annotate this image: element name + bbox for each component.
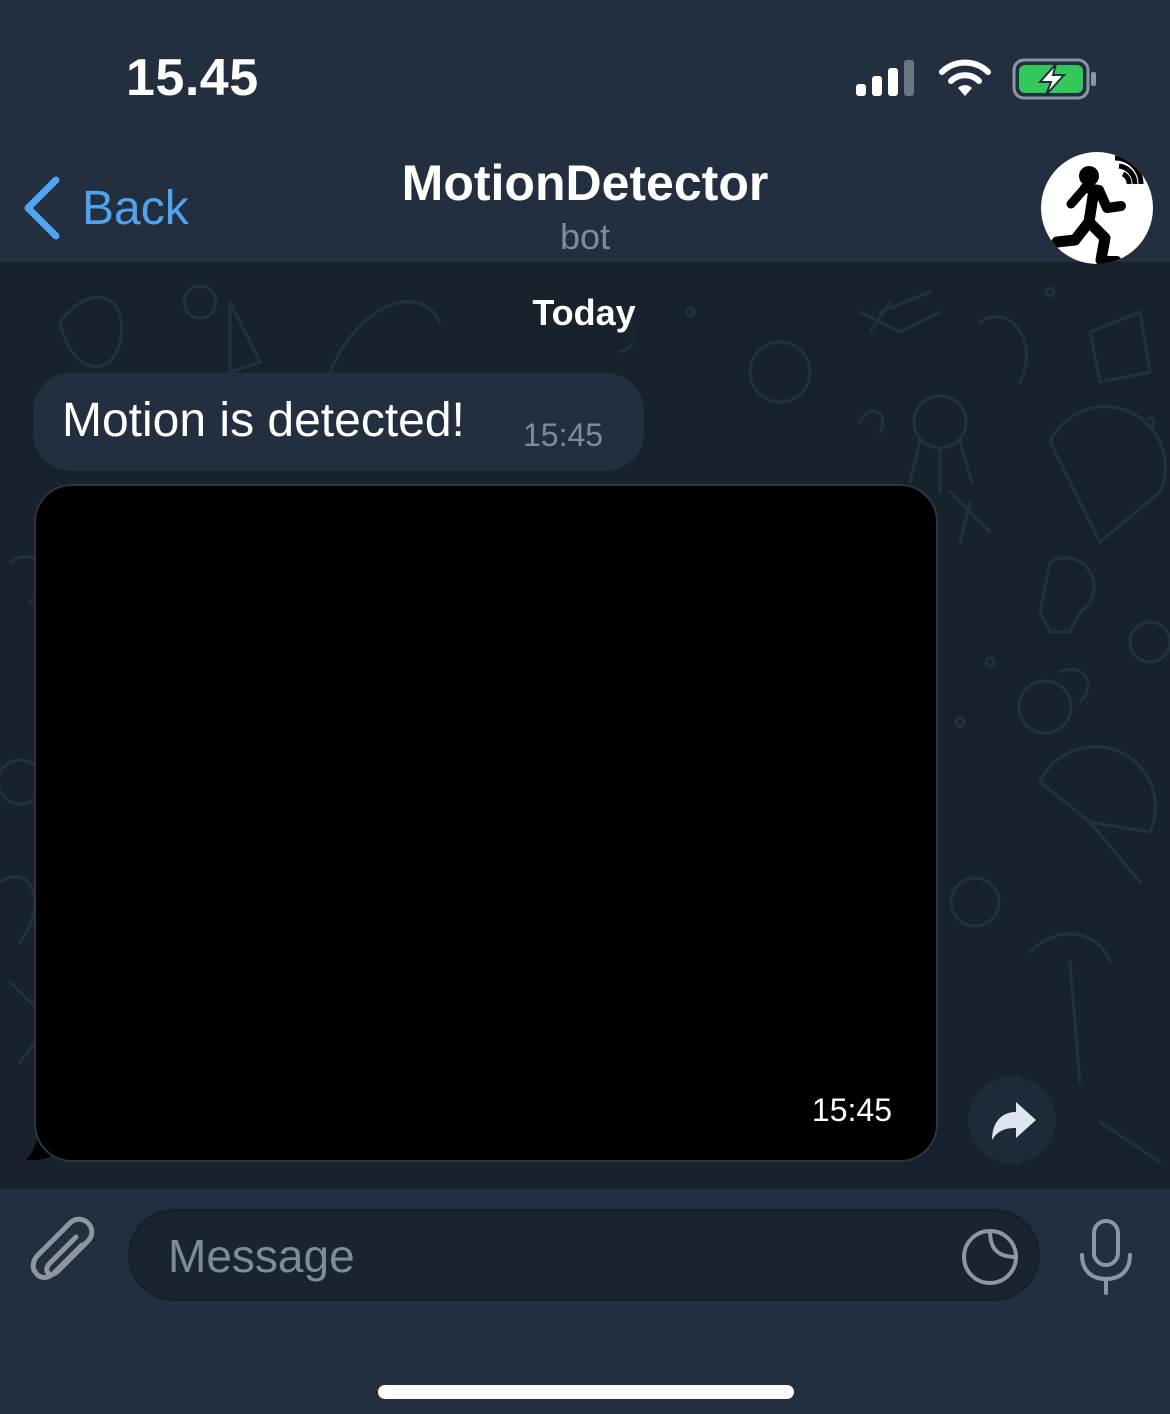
telegram-chat-screen: 15.45 Back MotionDetector bot Today Moti…: [0, 0, 1170, 1414]
message-text: Motion is detected!: [62, 394, 465, 447]
chat-subtitle: bot: [559, 216, 611, 257]
running-person-motion-icon: [1051, 155, 1144, 264]
status-time: 15.45: [126, 49, 259, 107]
forward-arrow-icon: [992, 1102, 1036, 1140]
date-separator: Today: [510, 284, 658, 342]
microphone-icon: [1080, 1219, 1132, 1295]
message-time: 15:45: [523, 417, 604, 453]
home-indicator[interactable]: [378, 1385, 794, 1399]
message-input[interactable]: [166, 1211, 950, 1301]
input-bar: [0, 1188, 1170, 1414]
message-field[interactable]: [128, 1209, 1040, 1301]
sticker-icon: [962, 1229, 1018, 1285]
top-bar: 15.45 Back MotionDetector bot: [0, 0, 1170, 264]
forward-button[interactable]: [968, 1076, 1056, 1164]
signal-icon: [856, 60, 914, 96]
chat-title: MotionDetector: [401, 155, 769, 211]
attach-button[interactable]: [26, 1215, 102, 1295]
paperclip-icon: [30, 1216, 95, 1280]
battery-charging-icon: [1012, 58, 1096, 100]
photo-attachment[interactable]: 15:45: [34, 484, 938, 1162]
wifi-icon: [939, 59, 991, 96]
photo-time: 15:45: [795, 1084, 908, 1136]
mic-button[interactable]: [1076, 1217, 1136, 1297]
bot-avatar[interactable]: [1041, 152, 1153, 264]
sticker-button[interactable]: [960, 1227, 1020, 1287]
photo-message[interactable]: 15:45: [26, 484, 940, 1166]
chat-area[interactable]: Today Motion is detected! 15:45 15:45: [0, 262, 1170, 1188]
message-bubble[interactable]: Motion is detected! 15:45: [33, 373, 644, 471]
